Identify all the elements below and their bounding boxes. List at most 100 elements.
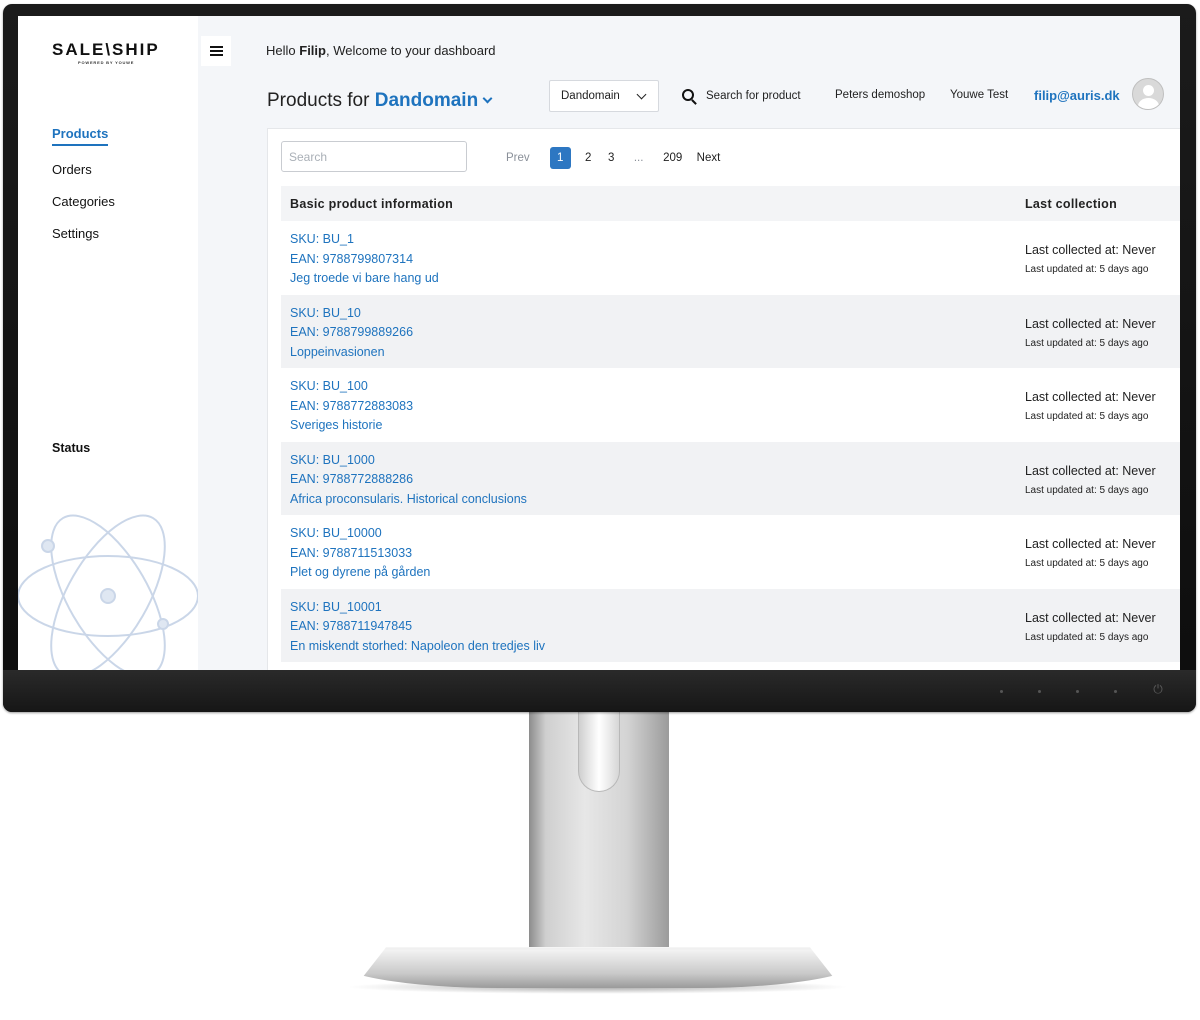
collection-info: Last collected at: Never Last updated at… [1025, 589, 1156, 663]
pagination-next[interactable]: Next [697, 147, 721, 169]
product-sku[interactable]: SKU: BU_1000 [290, 451, 1025, 471]
sidebar-item-label: Settings [52, 226, 99, 241]
pagination-ellipsis: ... [633, 152, 644, 164]
collection-info: Last collected at: Never Last updated at… [1025, 515, 1156, 589]
product-sku[interactable]: SKU: BU_10000 [290, 524, 1025, 544]
sidebar-item-settings[interactable]: Settings [52, 226, 115, 258]
shop-switcher[interactable]: Dandomain [375, 90, 478, 111]
pagination: Prev 1 2 3 ... 209 Next [506, 147, 720, 169]
sidebar-item-orders[interactable]: Orders [52, 162, 115, 194]
product-info: SKU: BU_10001 EAN: 9788711947845 En misk… [281, 589, 1025, 663]
shop-select-value: Dandomain [561, 90, 620, 102]
product-info: SKU: BU_10 EAN: 9788799889266 Loppeinvas… [281, 295, 1025, 369]
search-input[interactable] [281, 141, 467, 172]
last-collected: Last collected at: Never [1025, 537, 1156, 551]
status-heading: Status [52, 441, 91, 455]
page-title-prefix: Products for [267, 90, 375, 111]
product-info: SKU: BU_10000 EAN: 9788711513033 Plet og… [281, 515, 1025, 589]
saleship-logo[interactable]: SALE\SHIP [52, 40, 162, 60]
product-sku[interactable]: SKU: BU_10001 [290, 598, 1025, 618]
product-ean[interactable]: EAN: 9788799889266 [290, 323, 1025, 343]
shop-link-peters-demoshop[interactable]: Peters demoshop [835, 89, 925, 101]
product-name[interactable]: Loppeinvasionen [290, 343, 1025, 363]
monitor-button[interactable] [1000, 690, 1003, 693]
monitor-button[interactable] [1076, 690, 1079, 693]
product-name[interactable]: Africa proconsularis. Historical conclus… [290, 490, 1025, 510]
last-updated: Last updated at: 5 days ago [1025, 484, 1149, 496]
last-updated: Last updated at: 5 days ago [1025, 411, 1149, 422]
last-collected: Last collected at: Never [1025, 316, 1156, 331]
search-product-label: Search for product [706, 90, 801, 102]
product-name[interactable]: Plet og dyrene på gården [290, 563, 1025, 583]
product-ean[interactable]: EAN: 9788711947845 [290, 617, 1025, 637]
column-header-last-collection: Last collection [1025, 196, 1118, 211]
collection-info: Last collected at: Never Last updated at… [1025, 442, 1156, 516]
table-row[interactable]: SKU: BU_10 EAN: 9788799889266 Loppeinvas… [281, 294, 1180, 369]
product-ean[interactable]: EAN: 9788772883083 [290, 397, 1025, 417]
shop-link-youwe-test[interactable]: Youwe Test [950, 89, 1008, 101]
sidebar-nav: Products Orders Categories Settings [52, 126, 115, 258]
products-card: Prev 1 2 3 ... 209 Next Basic product in… [267, 128, 1180, 670]
table-row[interactable]: SKU: BU_1 EAN: 9788799807314 Jeg troede … [281, 221, 1180, 295]
product-info: SKU: BU_100 EAN: 9788772883083 Sveriges … [281, 368, 1025, 442]
last-updated: Last updated at: 5 days ago [1025, 337, 1149, 349]
table-row[interactable]: SKU: BU_100 EAN: 9788772883083 Sveriges … [281, 368, 1180, 442]
power-icon[interactable]: ⏻ [1151, 682, 1165, 696]
table-row[interactable]: SKU: BU_10000 EAN: 9788711513033 Plet og… [281, 515, 1180, 589]
product-ean[interactable]: EAN: 9788711513033 [290, 544, 1025, 564]
table-row[interactable]: SKU: BU_10001 EAN: 9788711947845 En misk… [281, 588, 1180, 663]
pagination-page-1[interactable]: 1 [549, 147, 571, 169]
atom-decoration-icon [18, 514, 198, 670]
greeting-prefix: Hello [266, 43, 300, 58]
products-table: Basic product information Last collectio… [281, 186, 1180, 662]
last-collected: Last collected at: Never [1025, 243, 1156, 257]
table-header: Basic product information Last collectio… [281, 186, 1180, 221]
monitor-stand-cable-hole [578, 712, 620, 792]
table-row[interactable]: SKU: BU_1000 EAN: 9788772888286 Africa p… [281, 441, 1180, 516]
sidebar-item-label: Products [52, 126, 109, 146]
product-name[interactable]: Jeg troede vi bare hang ud [290, 269, 1025, 289]
product-name[interactable]: En miskendt storhed: Napoleon den tredje… [290, 637, 1025, 657]
last-collected: Last collected at: Never [1025, 390, 1156, 404]
avatar[interactable] [1132, 78, 1164, 110]
product-ean[interactable]: EAN: 9788772888286 [290, 470, 1025, 490]
last-collected: Last collected at: Never [1025, 610, 1156, 625]
product-ean[interactable]: EAN: 9788799807314 [290, 250, 1025, 270]
product-sku[interactable]: SKU: BU_100 [290, 377, 1025, 397]
collection-info: Last collected at: Never Last updated at… [1025, 295, 1156, 369]
menu-toggle-button[interactable] [201, 36, 231, 66]
collection-info: Last collected at: Never Last updated at… [1025, 221, 1156, 295]
greeting-user-name: Filip [299, 43, 326, 58]
collection-info: Last collected at: Never Last updated at… [1025, 368, 1156, 442]
sidebar-item-products[interactable]: Products [52, 126, 115, 158]
monitor-button[interactable] [1038, 690, 1041, 693]
sidebar-item-categories[interactable]: Categories [52, 194, 115, 226]
page-title: Products for Dandomain [267, 90, 493, 112]
search-product-button[interactable]: Search for product [682, 87, 801, 102]
product-info: SKU: BU_1000 EAN: 9788772888286 Africa p… [281, 442, 1025, 516]
greeting-suffix: , Welcome to your dashboard [325, 43, 496, 58]
table-body: SKU: BU_1 EAN: 9788799807314 Jeg troede … [281, 221, 1180, 662]
last-collected: Last collected at: Never [1025, 463, 1156, 478]
pagination-page-last[interactable]: 209 [655, 147, 691, 169]
pagination-page-2[interactable]: 2 [577, 147, 600, 169]
pagination-page-3[interactable]: 3 [600, 147, 623, 169]
sidebar-item-label: Orders [52, 162, 92, 177]
search-icon [682, 89, 694, 101]
product-name[interactable]: Sveriges historie [290, 416, 1025, 436]
user-email[interactable]: filip@auris.dk [1034, 88, 1120, 103]
shop-select[interactable]: Dandomain [549, 80, 659, 112]
greeting: Hello Filip, Welcome to your dashboard [266, 43, 496, 58]
sidebar-item-label: Categories [52, 194, 115, 209]
product-info: SKU: BU_1 EAN: 9788799807314 Jeg troede … [281, 221, 1025, 295]
last-updated: Last updated at: 5 days ago [1025, 558, 1149, 569]
last-updated: Last updated at: 5 days ago [1025, 631, 1149, 643]
logo-tagline: POWERED BY YOUWE [78, 60, 135, 65]
monitor-button[interactable] [1114, 690, 1117, 693]
chevron-down-icon [636, 89, 647, 100]
pagination-prev[interactable]: Prev [506, 147, 530, 169]
chevron-down-icon[interactable] [482, 93, 493, 104]
product-sku[interactable]: SKU: BU_1 [290, 230, 1025, 250]
monitor-chin: ⏻ [3, 670, 1196, 712]
product-sku[interactable]: SKU: BU_10 [290, 304, 1025, 324]
